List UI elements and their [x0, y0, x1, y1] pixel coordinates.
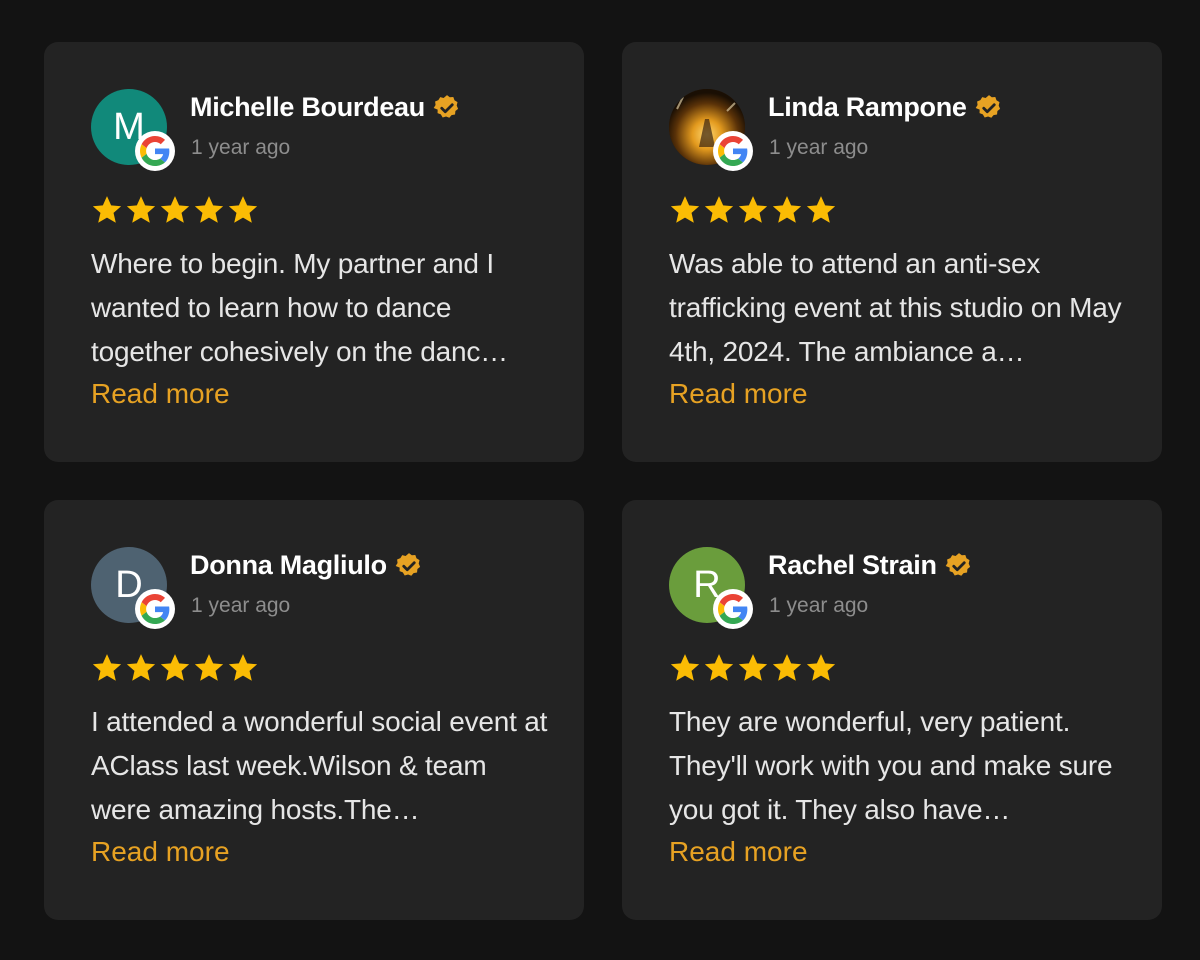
google-icon	[135, 131, 175, 171]
read-more-link[interactable]: Read more	[669, 372, 808, 416]
reviewer-name[interactable]: Michelle Bourdeau	[190, 92, 425, 123]
read-more-link[interactable]: Read more	[91, 830, 230, 874]
google-icon	[713, 589, 753, 629]
reviewer-name[interactable]: Linda Rampone	[768, 92, 967, 123]
star-icon	[771, 652, 803, 684]
review-card: Linda Rampone 1 year ago Was able to att…	[622, 42, 1162, 462]
star-icon	[737, 194, 769, 226]
avatar-container	[669, 89, 753, 171]
star-icon	[669, 194, 701, 226]
star-icon	[771, 194, 803, 226]
star-rating	[91, 194, 259, 226]
google-icon	[135, 589, 175, 629]
star-icon	[703, 652, 735, 684]
review-text: Was able to attend an anti-sex trafficki…	[669, 248, 1122, 367]
verified-badge-icon	[395, 552, 423, 580]
review-time: 1 year ago	[191, 136, 291, 159]
star-icon	[703, 194, 735, 226]
star-icon	[737, 652, 769, 684]
review-card: D Donna Magliulo 1 year ago I attended a…	[44, 500, 584, 920]
verified-badge-icon	[945, 552, 973, 580]
star-icon	[125, 194, 157, 226]
avatar-container: D	[91, 547, 175, 629]
star-icon	[159, 652, 191, 684]
star-icon	[227, 194, 259, 226]
review-text: I attended a wonderful social event at A…	[91, 706, 548, 825]
star-rating	[669, 194, 837, 226]
verified-badge-icon	[433, 94, 461, 122]
star-icon	[805, 652, 837, 684]
star-icon	[805, 194, 837, 226]
reviewer-header: Michelle Bourdeau	[190, 92, 461, 123]
reviewer-header: Donna Magliulo	[190, 550, 423, 581]
google-icon	[713, 131, 753, 171]
review-card: M Michelle Bourdeau 1 year ago Where to …	[44, 42, 584, 462]
star-icon	[193, 194, 225, 226]
star-rating	[669, 652, 837, 684]
star-icon	[669, 652, 701, 684]
review-time: 1 year ago	[769, 594, 869, 617]
star-icon	[125, 652, 157, 684]
star-icon	[227, 652, 259, 684]
star-icon	[159, 194, 191, 226]
review-text: They are wonderful, very patient. They'l…	[669, 706, 1113, 825]
star-rating	[91, 652, 259, 684]
reviews-grid: M Michelle Bourdeau 1 year ago Where to …	[44, 42, 1162, 920]
review-time: 1 year ago	[191, 594, 291, 617]
star-icon	[193, 652, 225, 684]
avatar-container: M	[91, 89, 175, 171]
star-icon	[91, 652, 123, 684]
reviewer-name[interactable]: Donna Magliulo	[190, 550, 387, 581]
verified-badge-icon	[975, 94, 1003, 122]
reviewer-header: Rachel Strain	[768, 550, 973, 581]
avatar-container: R	[669, 547, 753, 629]
reviewer-header: Linda Rampone	[768, 92, 1003, 123]
reviewer-name[interactable]: Rachel Strain	[768, 550, 937, 581]
read-more-link[interactable]: Read more	[91, 372, 230, 416]
star-icon	[91, 194, 123, 226]
review-text: Where to begin. My partner and I wanted …	[91, 248, 508, 367]
review-time: 1 year ago	[769, 136, 869, 159]
read-more-link[interactable]: Read more	[669, 830, 808, 874]
review-card: R Rachel Strain 1 year ago They are wond…	[622, 500, 1162, 920]
